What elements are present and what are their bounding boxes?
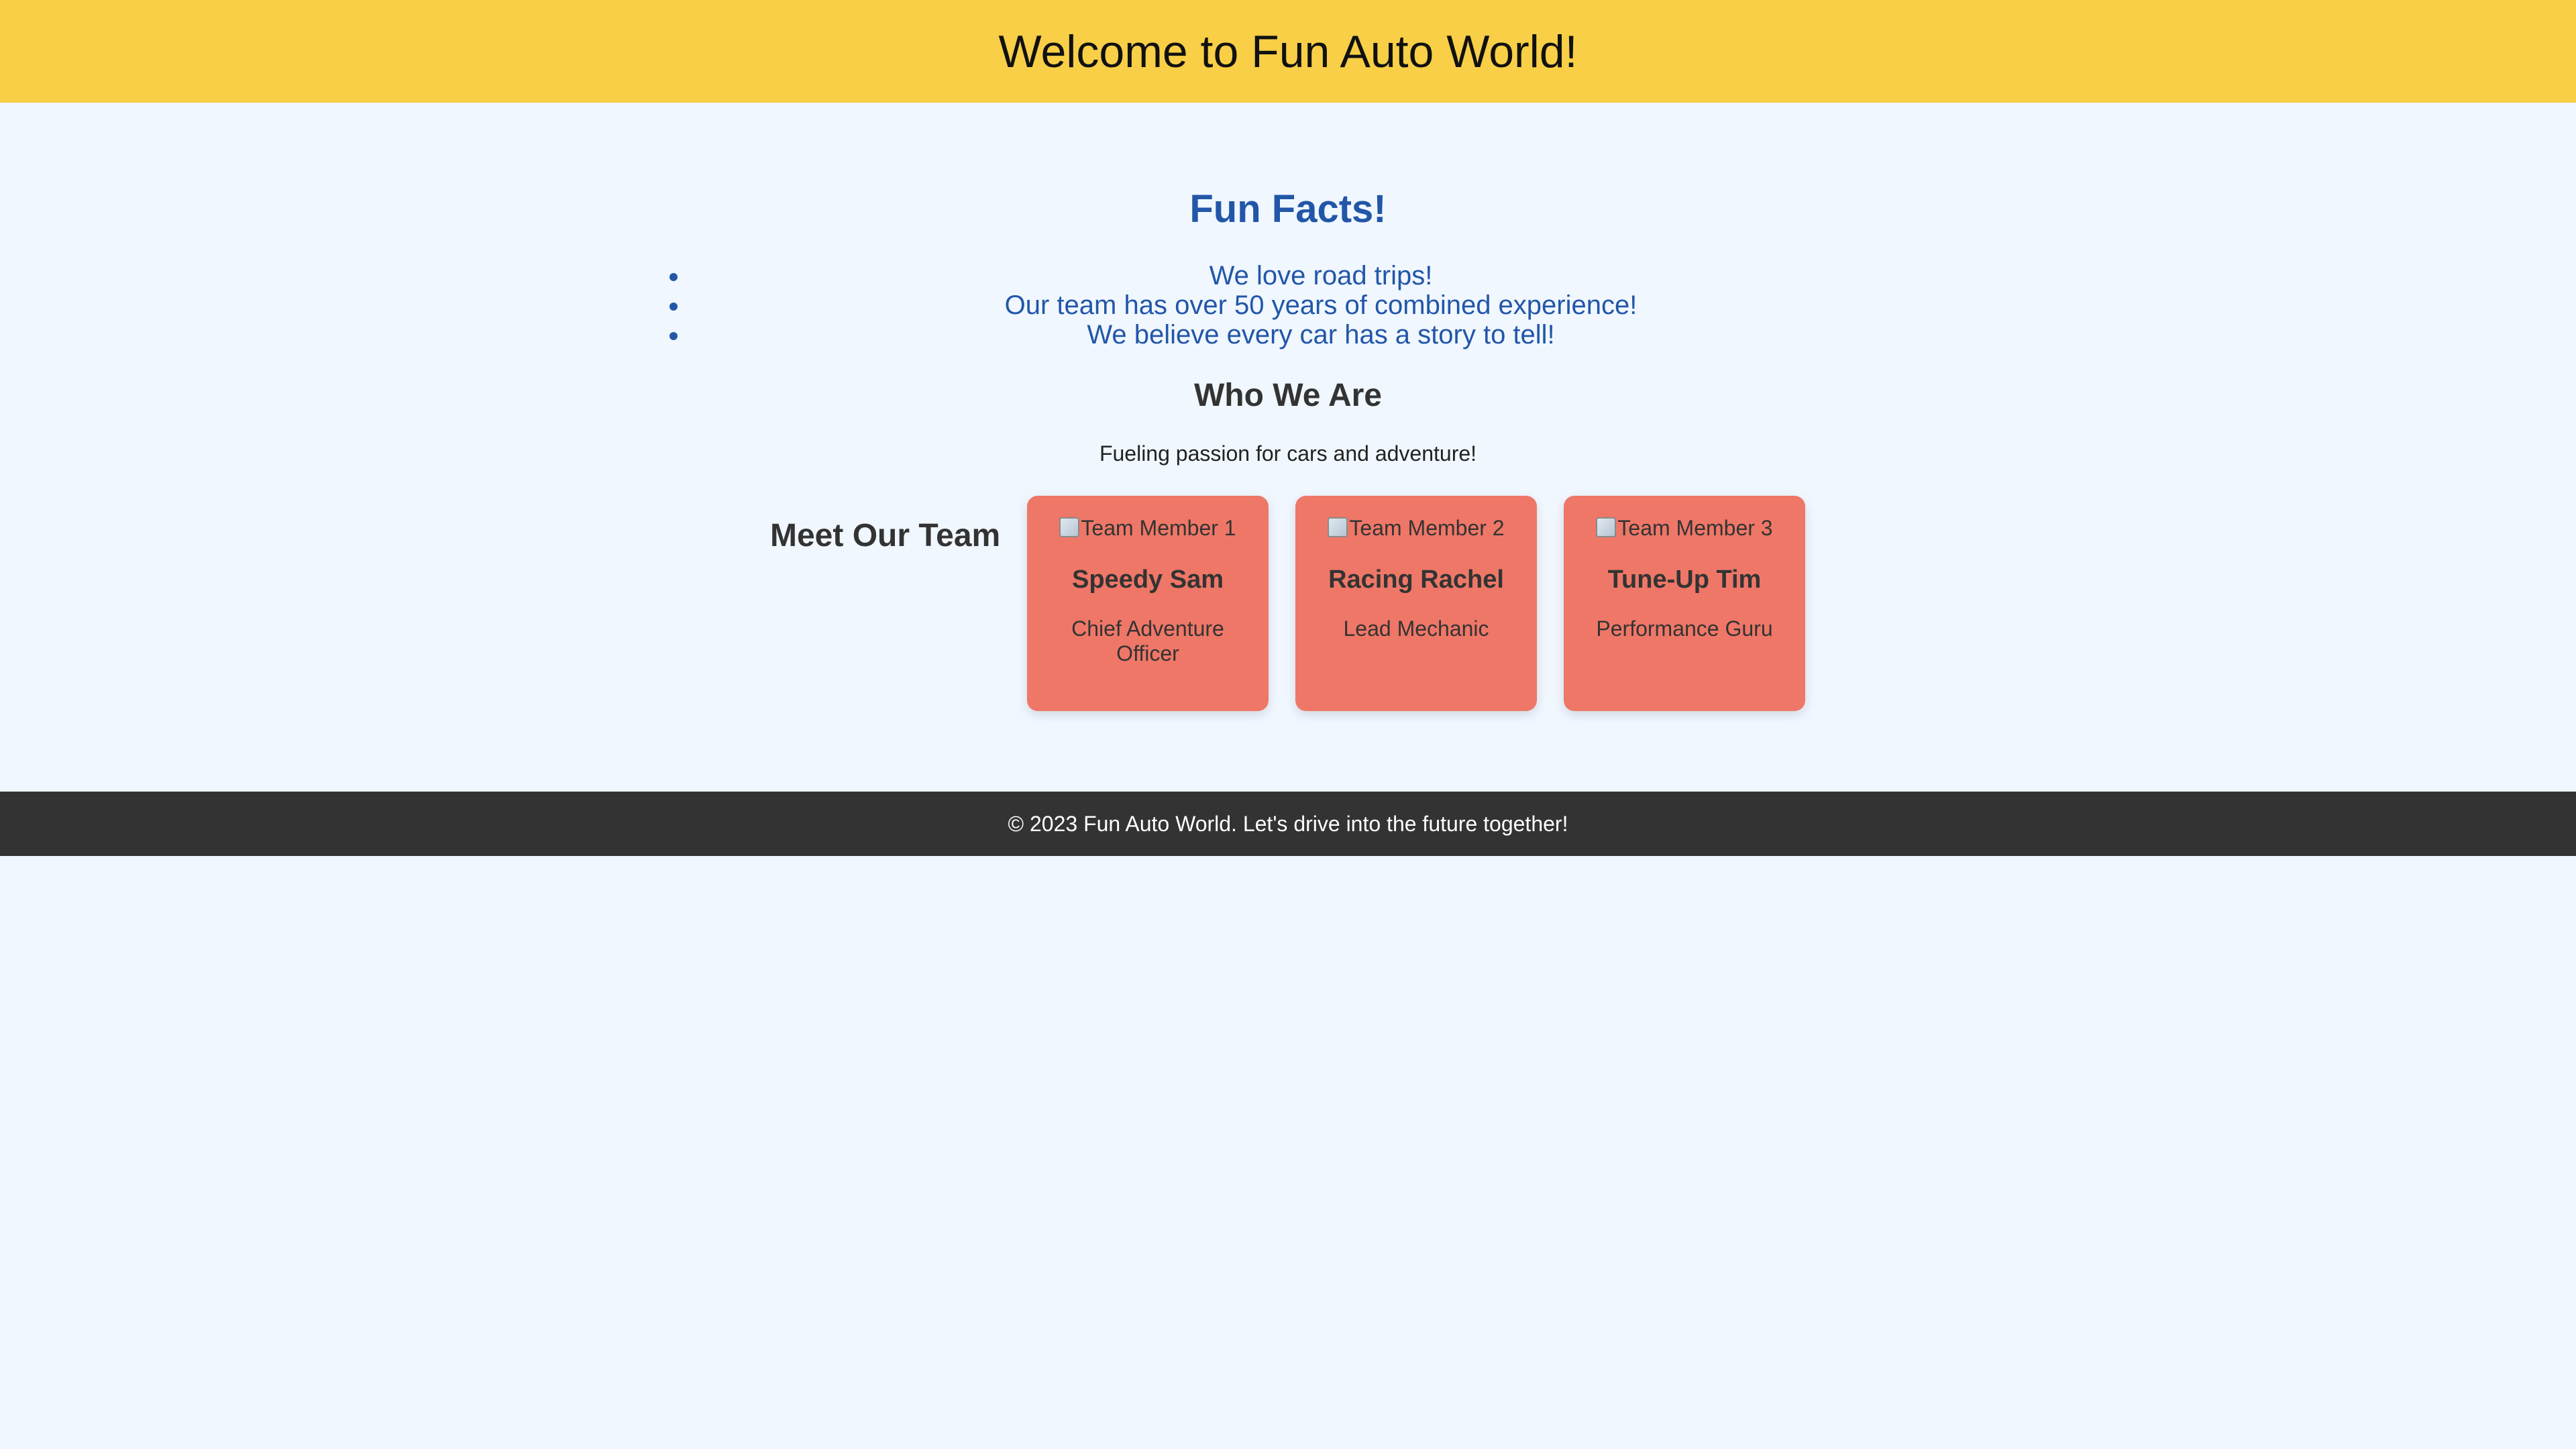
- team-member-name: Tune-Up Tim: [1607, 566, 1762, 594]
- team-member-card: Team Member 1 Speedy Sam Chief Adventure…: [1027, 496, 1269, 711]
- team-member-card: Team Member 3 Tune-Up Tim Performance Gu…: [1564, 496, 1805, 711]
- fun-facts-heading: Fun Facts!: [1189, 187, 1387, 231]
- team-member-name: Speedy Sam: [1072, 566, 1224, 594]
- who-we-are-heading: Who We Are: [1193, 378, 1382, 413]
- footer-copyright: © 2023 Fun Auto World. Let's drive into …: [1008, 811, 1568, 836]
- team-member-photo-alt: Team Member 3: [1617, 516, 1773, 540]
- fun-fact-item: We love road trips!: [690, 261, 1952, 290]
- team-member-photo: Team Member 2: [1295, 515, 1537, 541]
- site-footer: © 2023 Fun Auto World. Let's drive into …: [0, 792, 2576, 856]
- team-member-photo: Team Member 1: [1027, 515, 1269, 541]
- fun-fact-item: Our team has over 50 years of combined e…: [690, 290, 1952, 320]
- team-member-role: Performance Guru: [1596, 616, 1773, 641]
- team-member-name: Racing Rachel: [1328, 566, 1504, 594]
- broken-image-icon: [1059, 517, 1080, 537]
- team-member-card: Team Member 2 Racing Rachel Lead Mechani…: [1295, 496, 1537, 711]
- team-member-photo-alt: Team Member 2: [1349, 516, 1505, 540]
- team-member-role: Chief Adventure Officer: [1071, 616, 1224, 665]
- site-title: Welcome to Fun Auto World!: [998, 25, 1578, 77]
- team-member-photo-alt: Team Member 1: [1081, 516, 1236, 540]
- team-member-role: Lead Mechanic: [1343, 616, 1489, 641]
- fun-facts-list: We love road trips! Our team has over 50…: [624, 261, 1952, 350]
- who-we-are-tagline: Fueling passion for cars and adventure!: [1099, 441, 1477, 466]
- team-member-photo: Team Member 3: [1564, 515, 1805, 541]
- broken-image-icon: [1328, 517, 1348, 537]
- meet-our-team-heading: Meet Our Team: [770, 518, 1001, 553]
- fun-fact-item: We believe every car has a story to tell…: [690, 320, 1952, 350]
- broken-image-icon: [1596, 517, 1617, 537]
- site-header: Welcome to Fun Auto World!: [0, 0, 2576, 103]
